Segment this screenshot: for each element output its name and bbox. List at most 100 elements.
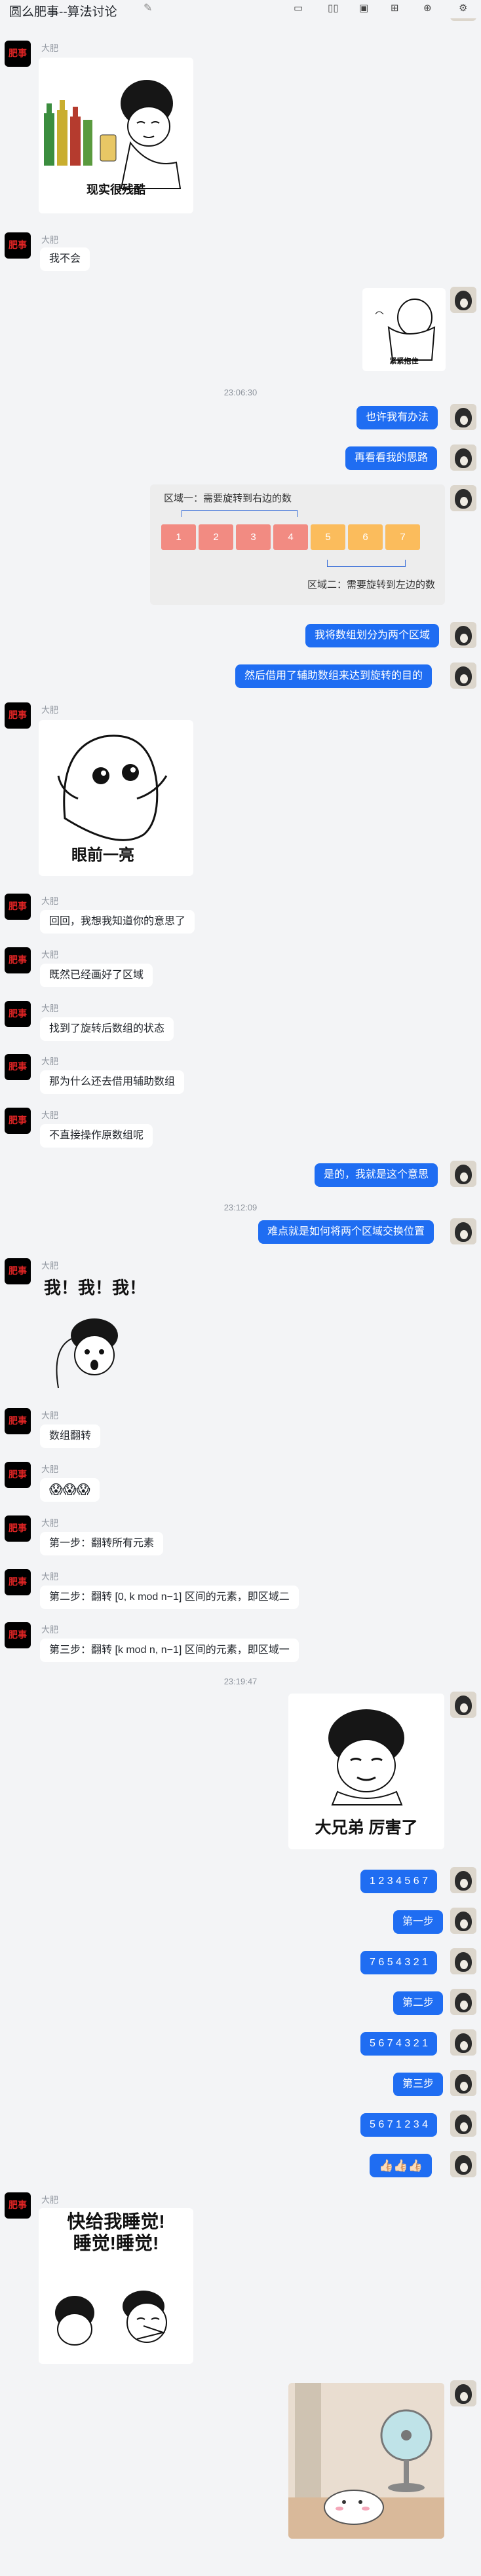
avatar-left[interactable]: 肥事 [5,1622,31,1648]
timestamp: 23:19:47 [223,1677,258,1686]
book-icon[interactable]: ▯▯ [328,2,339,14]
edit-title-icon[interactable]: ✎ [144,1,152,14]
grid-icon[interactable]: ⊞ [391,2,399,14]
avatar-right[interactable] [450,2111,476,2137]
avatar-left[interactable]: 肥事 [5,894,31,920]
sticker-sleep[interactable]: 快给我睡觉! 睡觉!睡觉! [39,2208,193,2364]
avatar-right[interactable] [450,404,476,430]
array-cell: 4 [273,524,308,550]
message-bubble-right[interactable]: 也许我有办法 [356,406,438,429]
message-bubble-right[interactable]: 第一步 [393,1910,444,1934]
avatar-right[interactable] [450,287,476,313]
avatar-right[interactable] [450,2380,476,2406]
sender-name: 大肥 [41,1004,59,1013]
avatar-right[interactable] [450,2151,476,2177]
message-bubble-right[interactable]: 难点就是如何将两个区域交换位置 [258,1220,434,1244]
avatar-right[interactable] [450,2029,476,2056]
sender-name: 大肥 [41,1261,59,1271]
region2-label: 区域二：需要旋转到左边的数 [307,579,436,590]
array-cell: 6 [348,524,383,550]
avatar-left[interactable]: 肥事 [5,2192,31,2219]
add-icon[interactable]: ⊕ [423,2,432,14]
avatar-right[interactable] [450,1948,476,1974]
sticker-big-brother[interactable]: 大兄弟 厉害了 [288,1694,444,1849]
message-bubble-right[interactable]: 1 2 3 4 5 6 7 [360,1870,437,1893]
avatar-left[interactable]: 肥事 [5,1515,31,1542]
avatar-left[interactable]: 肥事 [5,1108,31,1134]
avatar-right[interactable] [450,622,476,648]
avatar-right[interactable] [450,1218,476,1244]
sticker-nervous[interactable]: 紧紧抱住 [362,288,446,371]
raising-hand-illustration [56,1318,118,1388]
message-bubble-left[interactable]: 😱😱😱 [40,1478,100,1502]
message-bubble-right[interactable]: 第三步 [393,2073,444,2096]
message-bubble-left[interactable]: 第一步：翻转所有元素 [40,1532,164,1555]
sticker-eyes-bright[interactable]: 眼前一亮 [39,720,193,876]
array-cell: 3 [236,524,271,550]
timestamp: 23:12:09 [223,1203,258,1212]
avatar-left[interactable]: 肥事 [5,1462,31,1488]
avatar-left[interactable]: 肥事 [5,1258,31,1284]
sticker-caption: 现实很残酷 [87,183,145,196]
sticker-fan[interactable] [288,2383,444,2539]
chat-header: 圆么肥事--算法讨论 ✎ ▭ ▯▯ ▣ ⊞ ⊕ ⚙ [0,0,481,19]
folder-icon[interactable]: ▭ [294,2,303,14]
message-bubble-right[interactable]: 第二步 [393,1991,444,2015]
sender-name: 大肥 [41,1110,59,1120]
sender-name: 大肥 [41,1057,59,1066]
two-faces-illustration [55,2291,167,2346]
avatar-right[interactable] [450,2070,476,2096]
sticker-caption: 眼前一亮 [71,846,134,864]
message-bubble-right[interactable]: 我将数组划分为两个区域 [305,624,440,647]
sender-name: 大肥 [41,896,59,906]
avatar-right[interactable] [450,662,476,689]
array-cell: 1 [161,524,196,550]
message-bubble-left[interactable]: 第二步：翻转 [0, k mod n−1] 区间的元素，即区域二 [40,1586,299,1609]
avatar-left[interactable]: 肥事 [5,41,31,67]
message-bubble-left[interactable]: 不直接操作原数组呢 [40,1124,153,1148]
sticker-me-me-me[interactable]: 我！我！我！ [39,1273,150,1390]
avatar-right[interactable] [450,1692,476,1718]
settings-icon[interactable]: ⚙ [459,2,467,14]
avatar-right[interactable] [450,1867,476,1893]
sender-name: 大肥 [41,1411,59,1421]
sender-name: 大肥 [41,1518,59,1528]
message-list[interactable]: 肥事 大肥 现实很残酷 肥事 大肥 我不会 紧紧抱住 23:06:30 也许我有… [0,0,481,2576]
message-bubble-right[interactable]: 7 6 5 4 3 2 1 [360,1951,437,1974]
message-bubble-left[interactable]: 第三步：翻转 [k mod n, n−1] 区间的元素，即区域一 [40,1639,299,1662]
message-bubble-right[interactable]: 👍🏻👍🏻👍🏻 [370,2154,433,2177]
message-bubble-left[interactable]: 找到了旋转后数组的状态 [40,1017,174,1041]
message-bubble-right[interactable]: 再看看我的思路 [345,446,438,470]
message-bubble-right[interactable]: 5 6 7 1 2 3 4 [360,2113,437,2137]
message-bubble-right[interactable]: 5 6 7 4 3 2 1 [360,2032,437,2056]
region-diagram[interactable]: 区域一：需要旋转到右边的数 1 2 3 4 5 6 7 区域二：需要旋转到左边的… [150,484,445,605]
region2-brace [327,560,406,567]
avatar-right[interactable] [450,444,476,471]
message-bubble-right[interactable]: 是的，我就是这个意思 [315,1163,438,1187]
message-bubble-left[interactable]: 既然已经画好了区域 [40,964,153,987]
avatar-left[interactable]: 肥事 [5,232,31,259]
avatar-left[interactable]: 肥事 [5,1001,31,1027]
message-bubble-left[interactable]: 那为什么还去借用辅助数组 [40,1070,185,1094]
avatar-right[interactable] [450,1989,476,2015]
avatar-left[interactable]: 肥事 [5,1569,31,1595]
timestamp: 23:06:30 [223,388,258,397]
sender-name: 大肥 [41,2195,59,2205]
avatar-right[interactable] [450,1908,476,1934]
sender-name: 大肥 [41,1572,59,1582]
sender-name: 大肥 [41,43,59,53]
avatar-right[interactable] [450,485,476,511]
sender-name: 大肥 [41,950,59,960]
sticker-caption: 大兄弟 厉害了 [315,1819,418,1837]
avatar-right[interactable] [450,1161,476,1187]
message-bubble-left[interactable]: 回回，我想我知道你的意思了 [40,910,195,934]
message-bubble-left[interactable]: 我不会 [40,247,90,271]
sticker-reality-cruel[interactable]: 现实很残酷 [39,58,193,213]
avatar-left[interactable]: 肥事 [5,702,31,729]
avatar-left[interactable]: 肥事 [5,1054,31,1080]
message-bubble-left[interactable]: 数组翻转 [40,1424,101,1448]
message-bubble-right[interactable]: 然后借用了辅助数组来达到旋转的目的 [235,664,433,688]
avatar-left[interactable]: 肥事 [5,1408,31,1434]
avatar-left[interactable]: 肥事 [5,947,31,973]
image-icon[interactable]: ▣ [359,2,368,14]
